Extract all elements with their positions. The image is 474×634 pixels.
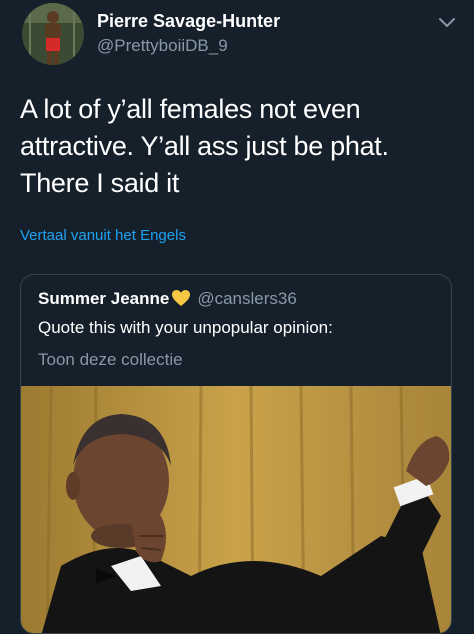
- yellow-heart-icon: [171, 289, 191, 312]
- show-collection-link[interactable]: Toon deze collectie: [38, 350, 183, 370]
- chevron-down-icon[interactable]: [438, 16, 456, 30]
- quoted-author-handle: @canslers36: [197, 289, 297, 308]
- quoted-author-row: Summer Jeanne @canslers36: [38, 289, 297, 312]
- author-avatar[interactable]: [22, 3, 84, 65]
- author-display-name[interactable]: Pierre Savage-Hunter: [97, 11, 280, 32]
- quoted-tweet-text: Quote this with your unpopular opinion:: [38, 318, 333, 337]
- translate-link[interactable]: Vertaal vanuit het Engels: [20, 227, 186, 244]
- tweet-text: A lot of y’all females not even attracti…: [20, 94, 389, 198]
- tweet: Pierre Savage-Hunter @PrettyboiiDB_9 A l…: [0, 0, 474, 634]
- author-handle[interactable]: @PrettyboiiDB_9: [97, 36, 228, 56]
- quoted-author-name: Summer Jeanne: [38, 289, 170, 308]
- quoted-tweet-card[interactable]: Summer Jeanne @canslers36 Quote this with…: [20, 274, 452, 634]
- quoted-media-gif[interactable]: [21, 386, 451, 633]
